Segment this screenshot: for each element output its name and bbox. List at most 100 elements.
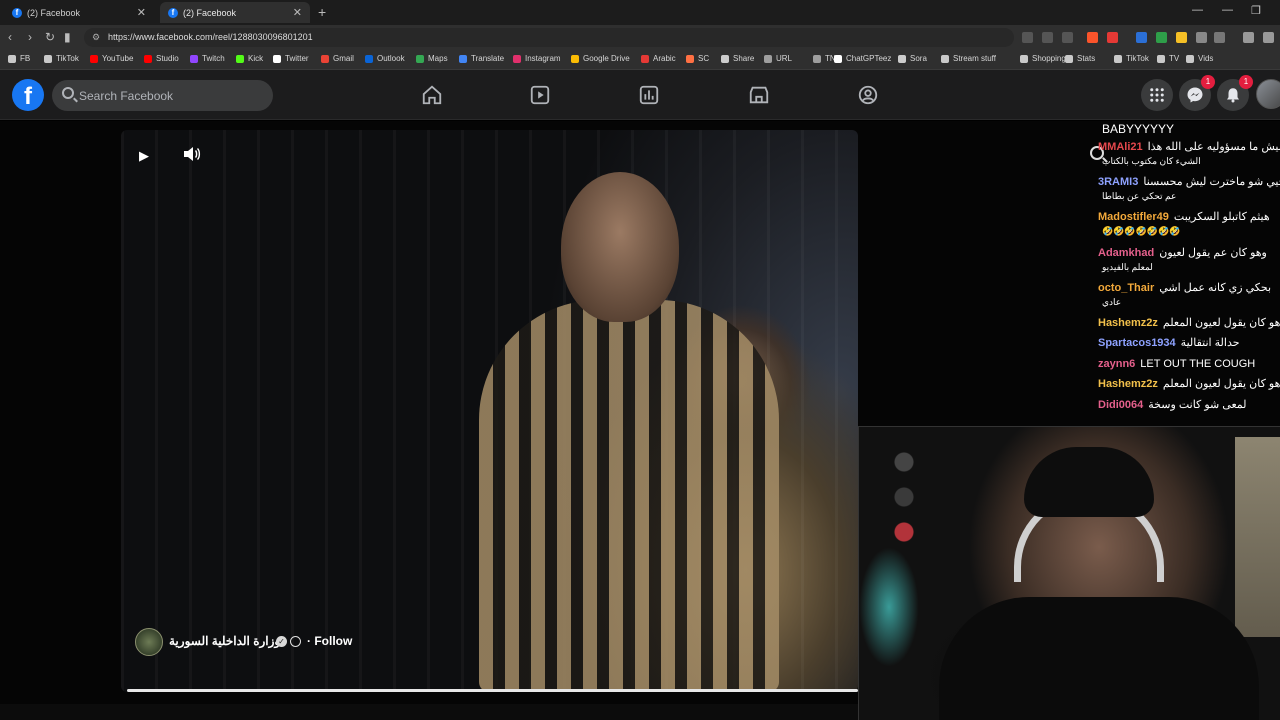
browser-toolbar: ‹ › ↻ ▮ ⚙ https://www.facebook.com/reel/…	[0, 25, 1280, 50]
bookmark-tiktok[interactable]: TikTok	[1114, 54, 1149, 63]
menu-icon[interactable]	[1263, 32, 1274, 43]
chat-text: هيثم كاتبلو السكريبت	[1173, 211, 1270, 223]
sidebar-icon[interactable]	[1214, 32, 1225, 43]
video-subject-head	[561, 172, 679, 322]
kick-icon	[236, 54, 244, 63]
browser-tab[interactable]: f (2) Facebook ✕	[4, 2, 154, 23]
bookmark-arabic[interactable]: Arabic	[641, 54, 676, 63]
extensions-puzzle-icon[interactable]	[1196, 32, 1207, 43]
bookmark-sc[interactable]: SC	[686, 54, 709, 63]
globe-icon	[290, 636, 301, 647]
chat-message: Hashemz2z هو كان يقول لعيون المعلم	[1098, 377, 1280, 391]
brave-rewards-icon[interactable]	[1107, 32, 1118, 43]
follow-button[interactable]: · Follow	[307, 634, 352, 648]
bookmark-translate[interactable]: Translate	[459, 54, 504, 63]
bookmark-tv[interactable]: TV	[1157, 54, 1179, 63]
minimize-window-icon[interactable]: —	[1222, 4, 1233, 16]
bookmark-share[interactable]: Share	[721, 54, 754, 63]
close-tab-icon[interactable]: ✕	[137, 6, 146, 19]
bookmark-google-drive[interactable]: Google Drive	[571, 54, 630, 63]
bookmark-instagram[interactable]: Instagram	[513, 54, 561, 63]
extension-icon[interactable]	[1156, 32, 1167, 43]
bookmark-url[interactable]: URL	[764, 54, 792, 63]
menu-button[interactable]	[1141, 79, 1173, 111]
extension-icon[interactable]	[1176, 32, 1187, 43]
bookmark-stream-stuff[interactable]: Stream stuff	[941, 54, 996, 63]
bookmark-stats[interactable]: Stats	[1065, 54, 1095, 63]
led-light-background	[859, 547, 919, 667]
chat-text-continuation: الشيء كان مكتوب بالكتاب	[1102, 156, 1201, 166]
browser-tab-active[interactable]: f (2) Facebook ✕	[160, 2, 310, 23]
chat-text: هو كان يقول لعيون المعلم	[1162, 378, 1280, 390]
stream-chat-overlay: BABYYYYYY MMAli21 ليش ما مسؤوليه على الله …	[1098, 120, 1280, 420]
bookmark-shopping[interactable]: Shopping	[1020, 54, 1066, 63]
bookmark-maps[interactable]: Maps	[416, 54, 448, 63]
bookmark-label: Twitch	[202, 54, 225, 63]
notifications-button[interactable]: 1	[1217, 75, 1253, 111]
zoom-icon[interactable]	[1042, 32, 1053, 43]
bookmark-kick[interactable]: Kick	[236, 54, 263, 63]
search-input[interactable]	[79, 80, 264, 111]
bookmark-chatgpteez[interactable]: ChatGPTeez	[834, 54, 891, 63]
groups-icon[interactable]	[857, 84, 879, 106]
url-bar[interactable]: ⚙ https://www.facebook.com/reel/12880300…	[84, 28, 1014, 47]
bookmark-icon[interactable]: ▮	[64, 30, 71, 44]
folder-icon	[44, 54, 52, 63]
media-icon[interactable]	[1243, 32, 1254, 43]
speaker-icon[interactable]	[183, 146, 201, 162]
bookmark-studio[interactable]: Studio	[144, 54, 179, 63]
bookmark-label: Vids	[1198, 54, 1214, 63]
brave-shield-icon[interactable]	[1087, 32, 1098, 43]
page-name[interactable]: وزارة الداخلية السورية	[169, 634, 280, 648]
home-icon[interactable]	[421, 84, 443, 106]
bookmark-twitch[interactable]: Twitch	[190, 54, 225, 63]
minimize-icon[interactable]: —	[1192, 4, 1203, 16]
bookmark-label: Sora	[910, 54, 927, 63]
x-icon	[273, 54, 281, 63]
gaming-icon[interactable]	[638, 84, 660, 106]
translate-icon	[459, 54, 467, 63]
forward-icon[interactable]: ›	[28, 30, 32, 44]
bookmark-youtube[interactable]: YouTube	[90, 54, 133, 63]
extension-icon[interactable]	[1136, 32, 1147, 43]
browser-tab-strip: f (2) Facebook ✕ f (2) Facebook ✕ + — — …	[0, 0, 1280, 25]
bookmark-twitter[interactable]: Twitter	[273, 54, 309, 63]
bookmark-label: Twitter	[285, 54, 309, 63]
bookmark-tiktok[interactable]: TikTok	[44, 54, 79, 63]
new-tab-button[interactable]: +	[318, 4, 326, 20]
bookmark-outlook[interactable]: Outlook	[365, 54, 405, 63]
reload-icon[interactable]: ↻	[45, 30, 55, 44]
folder-icon	[1157, 54, 1165, 63]
video-progress-bar[interactable]	[127, 689, 858, 692]
bookmark-label: TikTok	[1126, 54, 1149, 63]
play-button-icon[interactable]: ▶	[139, 148, 149, 164]
bookmark-label: Outlook	[377, 54, 405, 63]
bookmark-label: ChatGPTeez	[846, 54, 892, 63]
chat-message: Adamkhad وهو كان عم يقول لعيون	[1098, 246, 1280, 260]
bookmark-label: SC	[698, 54, 710, 63]
bookmark-fb[interactable]: FB	[8, 54, 30, 63]
chat-message: Hashemz2z هو كان يقول لعيون المعلم	[1098, 316, 1280, 330]
marketplace-icon[interactable]	[748, 84, 770, 106]
grid-menu-icon	[1150, 88, 1164, 102]
profile-avatar[interactable]	[1256, 79, 1280, 109]
share-icon	[721, 54, 729, 63]
messenger-button[interactable]: 1	[1179, 75, 1215, 111]
restore-window-icon[interactable]: ❐	[1251, 4, 1261, 17]
search-box[interactable]	[52, 80, 273, 111]
back-icon[interactable]: ‹	[8, 30, 12, 44]
bookmark-tn[interactable]: TN	[813, 54, 836, 63]
chat-text: BABYYYYYY	[1102, 122, 1175, 136]
bookmark-gmail[interactable]: Gmail	[321, 54, 354, 63]
bookmark-sora[interactable]: Sora	[898, 54, 927, 63]
site-info-icon[interactable]: ⚙	[92, 28, 100, 47]
video-icon[interactable]	[529, 84, 551, 106]
facebook-logo-icon[interactable]: f	[12, 79, 44, 111]
page-logo-avatar[interactable]	[135, 628, 163, 656]
chat-message: octo_Thair بحكي زي كانه عمل اشي	[1098, 281, 1280, 295]
share-page-icon[interactable]	[1062, 32, 1073, 43]
cast-icon[interactable]	[1022, 32, 1033, 43]
bookmark-vids[interactable]: Vids	[1186, 54, 1213, 63]
reel-video[interactable]	[121, 130, 858, 692]
close-tab-icon[interactable]: ✕	[293, 6, 302, 19]
